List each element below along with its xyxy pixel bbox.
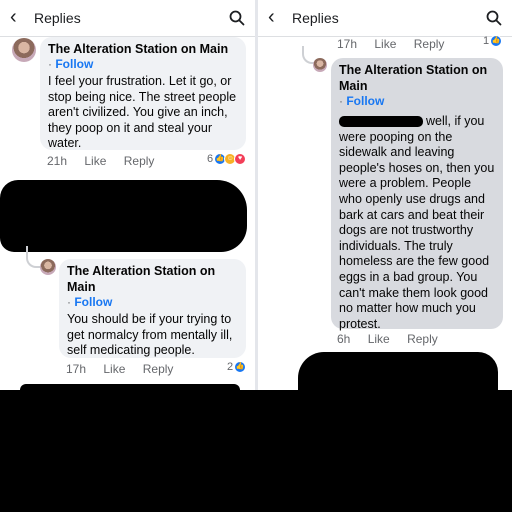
comment-time: 6h [337,332,351,346]
like-button[interactable]: Like [103,362,125,376]
follow-link[interactable]: · Follow [48,57,238,72]
like-button[interactable]: Like [368,332,390,346]
reply-button[interactable]: Reply [407,332,438,346]
replies-header: ‹ Replies [258,0,512,37]
redacted-comment [0,180,247,252]
back-arrow-icon[interactable]: ‹ [10,7,28,27]
thread-connector [26,246,40,268]
search-icon[interactable] [229,10,245,26]
like-button[interactable]: Like [374,37,396,51]
header-title: Replies [34,10,81,26]
replies-header: ‹ Replies [0,0,255,37]
search-icon[interactable] [486,10,502,26]
header-title: Replies [292,10,339,26]
reaction-count: 1 [483,35,490,47]
comment-author[interactable]: The Alteration Station on Main [67,263,238,295]
reaction-count: 2 [227,361,234,373]
redacted-region [20,384,240,396]
redacted-region [0,390,512,512]
comment-text: You should be if your trying to get norm… [67,312,233,358]
comment-actions: 6h Like Reply [337,332,452,346]
reply-button[interactable]: Reply [143,362,174,376]
follow-link[interactable]: · Follow [67,295,238,310]
comment-time: 17h [337,37,358,51]
like-button[interactable]: Like [84,154,106,168]
reaction-count: 6 [207,153,214,165]
comment-actions: 17h Like Reply [337,37,458,51]
back-arrow-icon[interactable]: ‹ [268,7,286,27]
heart-reaction-icon: ♥ [234,153,247,165]
avatar[interactable] [313,58,327,72]
comment-actions: 21h Like Reply [47,154,168,168]
comment-text: well, if you were pooping on the sidewal… [339,114,495,331]
reaction-summary[interactable]: 1 👍 [483,35,503,47]
comment-bubble: The Alteration Station on Main · Follow … [40,37,246,150]
comment-author[interactable]: The Alteration Station on Main [48,41,238,57]
comment-time: 17h [66,362,87,376]
reaction-summary[interactable]: 6 👍 ☺ ♥ [207,153,247,165]
like-reaction-icon: 👍 [234,361,247,373]
comment-actions: 17h Like Reply [66,362,187,376]
redacted-mention [339,116,423,128]
comment-time: 21h [47,154,68,168]
thread-connector [302,46,314,64]
avatar[interactable] [12,38,36,62]
reply-button[interactable]: Reply [414,37,445,51]
comment-bubble: The Alteration Station on Main · Follow … [331,58,503,331]
comment-author[interactable]: The Alteration Station on Main [339,62,495,94]
comment-text: I feel your frustration. Let it go, or s… [48,74,237,151]
avatar[interactable] [40,259,56,275]
reply-button[interactable]: Reply [124,154,155,168]
reaction-summary[interactable]: 2 👍 [227,361,247,373]
like-reaction-icon: 👍 [490,35,503,47]
follow-link[interactable]: · Follow [339,94,495,109]
comment-bubble: The Alteration Station on Main · Follow … [59,259,246,358]
